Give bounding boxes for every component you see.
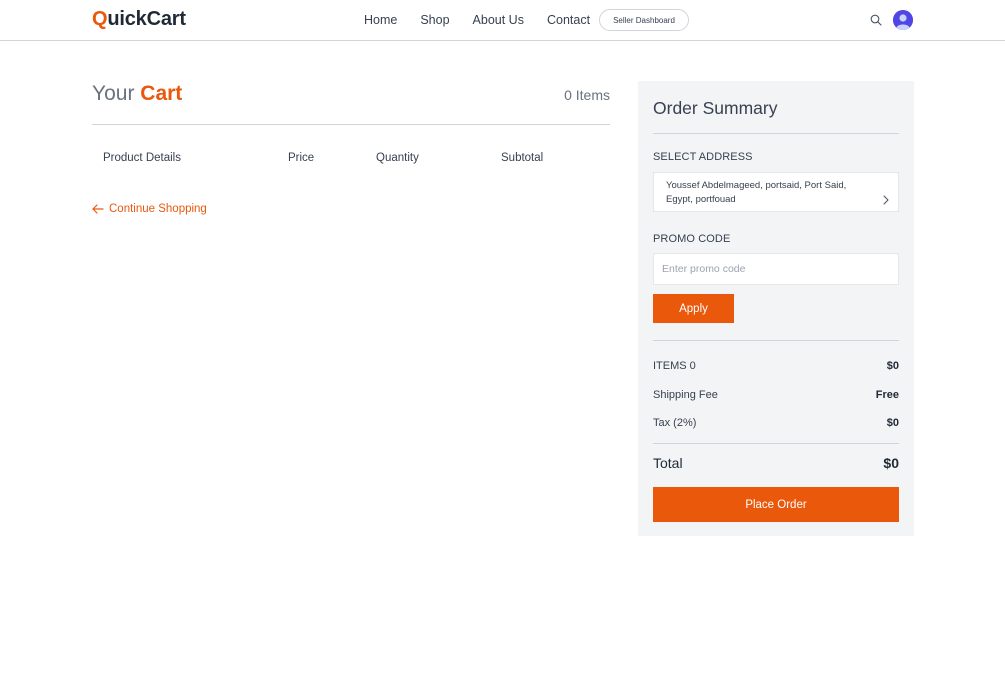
nav-home-link[interactable]: Home: [364, 13, 397, 27]
total-label: Total: [653, 455, 683, 471]
select-address-label: SELECT ADDRESS: [653, 151, 753, 163]
top-navbar: QuickCart Home Shop About Us Contact Sel…: [0, 0, 1005, 41]
address-selector[interactable]: Youssef Abdelmageed, portsaid, Port Said…: [653, 172, 899, 212]
logo-text: uickCart: [107, 8, 186, 30]
place-order-button[interactable]: Place Order: [653, 487, 899, 522]
tax-label: Tax (2%): [653, 417, 697, 429]
main-nav: Home Shop About Us Contact: [364, 13, 613, 27]
order-summary-title: Order Summary: [653, 98, 778, 118]
promo-code-label: PROMO CODE: [653, 233, 731, 245]
tax-value: $0: [886, 417, 899, 429]
summary-divider: [653, 443, 899, 444]
items-label: ITEMS 0: [653, 360, 696, 372]
items-value: $0: [886, 360, 899, 372]
total-row: Total $0: [653, 455, 899, 471]
total-value: $0: [883, 455, 899, 471]
cart-divider: [92, 124, 610, 125]
arrow-left-icon: [92, 204, 104, 214]
shipping-row: Shipping Fee Free: [653, 389, 899, 401]
nav-about-link[interactable]: About Us: [473, 13, 524, 27]
column-header-subtotal: Subtotal: [501, 152, 544, 164]
continue-shopping-label: Continue Shopping: [109, 203, 207, 215]
items-row: ITEMS 0 $0: [653, 360, 899, 372]
quickcart-logo[interactable]: QuickCart: [92, 8, 186, 31]
cart-title-prefix: Your: [92, 82, 135, 105]
tax-row: Tax (2%) $0: [653, 417, 899, 429]
cart-title-accent: Cart: [140, 82, 183, 105]
user-avatar-icon[interactable]: [893, 10, 913, 30]
cart-items-count: 0 Items: [564, 87, 610, 103]
search-icon[interactable]: [870, 14, 882, 26]
column-header-product-details: Product Details: [103, 152, 181, 164]
order-summary-panel: Order Summary SELECT ADDRESS Youssef Abd…: [638, 81, 914, 536]
summary-divider: [653, 133, 899, 134]
chevron-right-icon: [883, 195, 889, 205]
continue-shopping-link[interactable]: Continue Shopping: [92, 203, 207, 215]
cart-title: Your Cart: [92, 82, 182, 106]
column-header-price: Price: [288, 152, 315, 164]
apply-promo-button[interactable]: Apply: [653, 294, 734, 323]
promo-code-input[interactable]: [653, 253, 899, 285]
shipping-label: Shipping Fee: [653, 389, 718, 401]
summary-divider: [653, 340, 899, 341]
logo-letter-q: Q: [92, 8, 108, 30]
nav-shop-link[interactable]: Shop: [420, 13, 449, 27]
seller-dashboard-button[interactable]: Seller Dashboard: [599, 9, 689, 31]
selected-address-text: Youssef Abdelmageed, portsaid, Port Said…: [666, 180, 847, 205]
column-header-quantity: Quantity: [376, 152, 419, 164]
shipping-value: Free: [875, 389, 899, 401]
nav-contact-link[interactable]: Contact: [547, 13, 590, 27]
